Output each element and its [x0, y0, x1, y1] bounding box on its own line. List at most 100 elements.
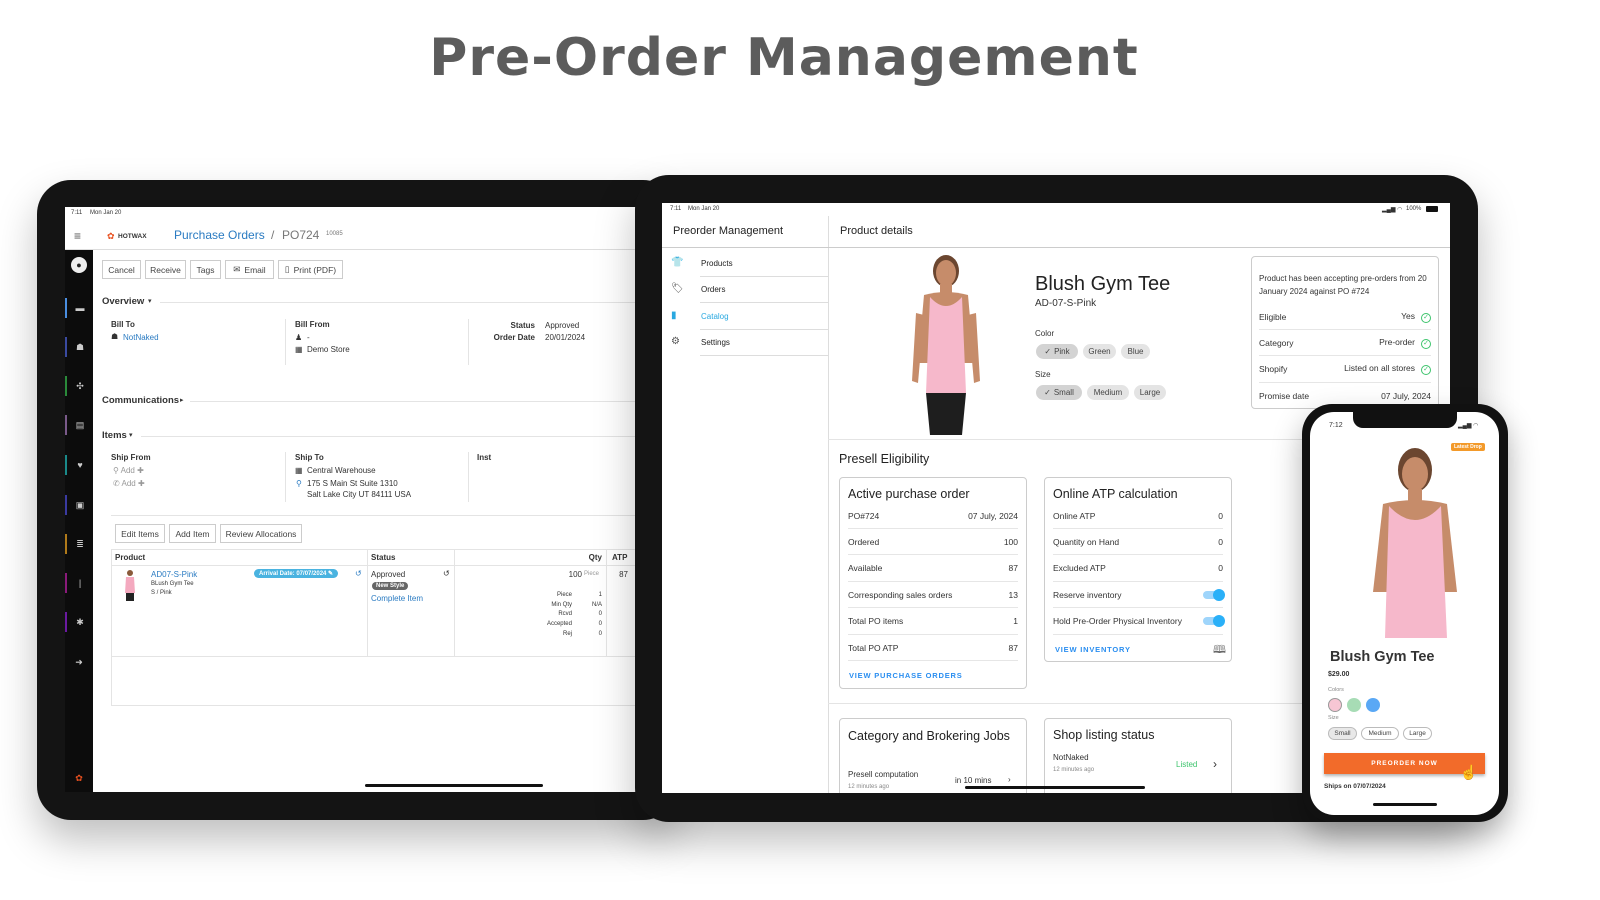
atp-row: Quantity on Hand 0	[1053, 529, 1223, 556]
card-title: Shop listing status	[1053, 728, 1155, 742]
detail-value: 1	[598, 592, 602, 598]
size-chip-medium[interactable]: Medium	[1087, 385, 1129, 400]
communications-heading[interactable]: Communications	[102, 395, 179, 406]
color-swatch[interactable]	[1328, 698, 1342, 712]
presell-eligibility-heading: Presell Eligibility	[839, 452, 930, 466]
print-pdf-button[interactable]: ▯ Print (PDF)	[278, 260, 343, 279]
phone-size-large[interactable]: Large	[1403, 727, 1432, 740]
check-circle-icon: ✓	[1421, 338, 1431, 349]
nav-item-orders[interactable]: 🏷 Orders	[662, 277, 828, 304]
arrival-date-badge[interactable]: Arrival Date: 07/07/2024 ✎	[254, 569, 339, 578]
print-label: Print (PDF)	[293, 264, 337, 275]
avatar[interactable]: ●	[71, 257, 87, 273]
history-icon[interactable]: ↺	[443, 569, 450, 578]
info-label: Shopify	[1259, 364, 1288, 375]
caret-right-icon[interactable]: ▸	[180, 396, 184, 404]
check-circle-icon: ✓	[1421, 312, 1431, 323]
caret-down-icon[interactable]: ▾	[148, 297, 152, 305]
color-swatch[interactable]	[1347, 698, 1361, 712]
complete-item-link[interactable]: Complete Item	[371, 594, 423, 603]
view-purchase-orders-link[interactable]: VIEW PURCHASE ORDERS	[849, 671, 963, 680]
row-value: 07 July, 2024	[968, 510, 1018, 521]
bill-to-link[interactable]: NotNaked	[123, 333, 159, 342]
color-swatch[interactable]	[1366, 698, 1380, 712]
receive-button[interactable]: Receive	[145, 260, 186, 279]
color-chip-green[interactable]: Green	[1083, 344, 1116, 359]
history-icon[interactable]: ↺	[355, 569, 362, 578]
breadcrumb-purchase-orders[interactable]: Purchase Orders	[174, 228, 265, 242]
edit-items-button[interactable]: Edit Items	[115, 524, 165, 543]
phone-product-image	[1373, 448, 1457, 638]
pdf-icon: ▯	[284, 264, 290, 274]
row-label: Corresponding sales orders	[848, 589, 953, 600]
preorder-info-card: Product has been accepting pre-orders fr…	[1251, 256, 1439, 409]
home-indicator	[365, 784, 543, 787]
nav-item-settings[interactable]: ⚙ Settings	[662, 330, 828, 356]
status-time: 7:12	[1329, 422, 1343, 429]
book-icon[interactable]: 🕮	[1213, 641, 1226, 660]
toggle-switch[interactable]	[1203, 588, 1225, 601]
order-date-value: 20/01/2024	[545, 333, 586, 342]
view-inventory-link[interactable]: VIEW INVENTORY	[1055, 645, 1131, 654]
product-sku-link[interactable]: AD07-S-Pink	[151, 570, 197, 579]
status-value: Approved	[545, 321, 580, 330]
product-name: Blush Gym Tee	[1035, 273, 1171, 295]
row-label: Total PO ATP	[848, 642, 899, 653]
caret-down-icon[interactable]: ▾	[129, 431, 133, 439]
ship-from-add-phone[interactable]: ✆ Add ✚	[113, 479, 145, 488]
phone-size-medium[interactable]: Medium	[1361, 727, 1399, 740]
store-icon: ▦	[295, 345, 303, 354]
phone-notch	[1353, 412, 1457, 428]
color-chip-blue[interactable]: Blue	[1121, 344, 1150, 359]
ship-to-label: Ship To	[295, 453, 324, 462]
detail-value: N/A	[591, 601, 602, 608]
phone-size-small[interactable]: Small	[1328, 727, 1357, 740]
database-icon[interactable]: ≣	[65, 534, 93, 554]
info-label: Category	[1259, 337, 1294, 348]
row-value: 100	[1003, 536, 1018, 547]
check-icon: ✓	[1044, 347, 1052, 356]
users-icon[interactable]: ☗	[65, 337, 93, 357]
nav-item-catalog[interactable]: ▮ Catalog	[662, 304, 828, 330]
row-value: 87	[1008, 563, 1018, 574]
overview-heading[interactable]: Overview	[102, 296, 144, 307]
nav-item-products[interactable]: 👕 Products	[662, 251, 828, 277]
detail-label: Rej	[562, 630, 572, 637]
logout-icon[interactable]: ➜	[65, 652, 93, 672]
size-chip-small[interactable]: ✓ Small	[1036, 385, 1082, 400]
folder-icon: ▮	[671, 309, 677, 321]
size-label: Size	[1035, 370, 1051, 379]
review-allocations-button[interactable]: Review Allocations	[220, 524, 302, 543]
cancel-button[interactable]: Cancel	[102, 260, 141, 279]
items-heading[interactable]: Items	[102, 430, 127, 441]
tags-button[interactable]: Tags	[190, 260, 221, 279]
money-icon[interactable]: ▣	[65, 495, 93, 515]
cart-icon[interactable]: ▬	[65, 298, 93, 318]
row-value: 0	[1218, 536, 1223, 547]
chevron-right-icon[interactable]: ›	[1008, 775, 1011, 784]
po-row: Corresponding sales orders 13	[848, 582, 1018, 609]
row-value: 1	[1013, 616, 1018, 627]
email-button[interactable]: ✉ Email	[225, 260, 274, 279]
info-value: 07 July, 2024	[1381, 391, 1431, 402]
toggle-switch[interactable]	[1203, 615, 1225, 628]
size-chip-large[interactable]: Large	[1134, 385, 1166, 400]
product-image	[912, 255, 980, 435]
add-item-button[interactable]: Add Item	[169, 524, 216, 543]
toggle-label: Hold Pre-Order Physical Inventory	[1053, 616, 1182, 627]
gear-icon[interactable]: ✱	[65, 612, 93, 632]
cubes-icon[interactable]: ✣	[65, 376, 93, 396]
row-label: Available	[848, 563, 883, 574]
detail-label: Accepted	[546, 621, 572, 628]
list-icon[interactable]: ▤	[65, 415, 93, 435]
nav-label: Settings	[701, 337, 730, 347]
po-id: 10085	[326, 231, 343, 237]
ship-from-add-location[interactable]: ⚲ Add ✚	[113, 466, 144, 475]
heart-icon[interactable]: ♥	[65, 455, 93, 475]
po-row: Available 87	[848, 556, 1018, 582]
row-label: Ordered	[848, 536, 880, 547]
chart-icon[interactable]: |	[65, 573, 93, 593]
hamburger-menu-icon[interactable]: ≡	[74, 229, 81, 243]
chevron-right-icon[interactable]: ›	[1213, 757, 1217, 771]
color-chip-pink[interactable]: ✓ Pink	[1036, 344, 1078, 359]
